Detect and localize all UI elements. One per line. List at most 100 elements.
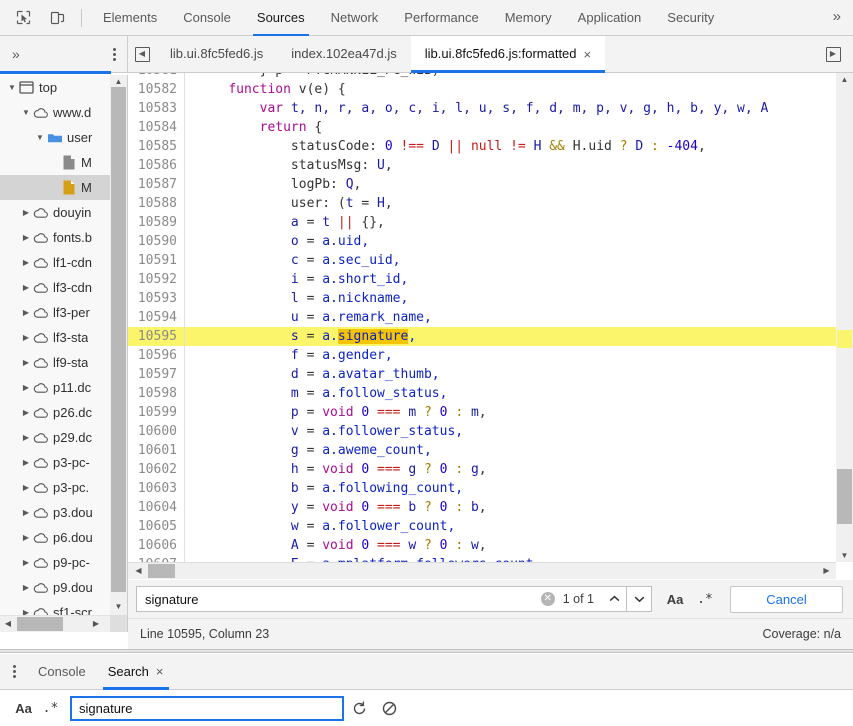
tree-item-m[interactable]: M bbox=[0, 175, 127, 200]
find-cancel-button[interactable]: Cancel bbox=[730, 585, 843, 613]
twisty-collapsed-icon[interactable]: ▶ bbox=[20, 358, 32, 367]
twisty-expanded-icon[interactable]: ▼ bbox=[6, 83, 18, 92]
search-regex-button[interactable]: .* bbox=[37, 696, 64, 720]
editor-scroll-down-icon[interactable]: ▼ bbox=[836, 549, 853, 562]
navigator-kebab-menu-icon[interactable] bbox=[102, 47, 127, 61]
code-line[interactable]: 10600 v = a.follower_status, bbox=[128, 422, 836, 441]
tree-item-lf3-sta[interactable]: ▶ lf3-sta bbox=[0, 325, 127, 350]
code-line[interactable]: 10590 o = a.uid, bbox=[128, 232, 836, 251]
editor-scroll-up-icon[interactable]: ▲ bbox=[836, 73, 853, 86]
tab-performance[interactable]: Performance bbox=[391, 0, 491, 36]
code-line[interactable]: 10592 i = a.short_id, bbox=[128, 270, 836, 289]
code-line[interactable]: 10586 statusMsg: U, bbox=[128, 156, 836, 175]
code-line[interactable]: 10588 user: (t = H, bbox=[128, 194, 836, 213]
drawer-tab-console[interactable]: Console bbox=[27, 654, 97, 690]
tree-scroll-up-icon[interactable]: ▲ bbox=[110, 75, 127, 87]
tree-scroll-right-icon[interactable]: ▶ bbox=[88, 615, 104, 632]
close-drawer-tab-icon[interactable]: × bbox=[156, 654, 164, 689]
code-line[interactable]: 10604 y = void 0 === b ? 0 : b, bbox=[128, 498, 836, 517]
tree-item-fonts-b[interactable]: ▶ fonts.b bbox=[0, 225, 127, 250]
code-line[interactable]: 10598 m = a.follow_status, bbox=[128, 384, 836, 403]
code-line[interactable]: 10593 l = a.nickname, bbox=[128, 289, 836, 308]
twisty-expanded-icon[interactable]: ▼ bbox=[20, 108, 32, 117]
editor-vertical-scroll-thumb[interactable] bbox=[837, 469, 852, 524]
tab-memory[interactable]: Memory bbox=[492, 0, 565, 36]
tree-scroll-left-icon[interactable]: ◀ bbox=[0, 615, 16, 632]
tree-item-top[interactable]: ▼ top bbox=[0, 75, 127, 100]
tree-item-lf3-per[interactable]: ▶ lf3-per bbox=[0, 300, 127, 325]
twisty-collapsed-icon[interactable]: ▶ bbox=[20, 558, 32, 567]
tree-horizontal-scroll-thumb[interactable] bbox=[17, 617, 63, 631]
tab-security[interactable]: Security bbox=[654, 0, 727, 36]
twisty-collapsed-icon[interactable]: ▶ bbox=[20, 483, 32, 492]
tree-item-p29-dc[interactable]: ▶ p29.dc bbox=[0, 425, 127, 450]
editor-horizontal-scrollbar[interactable] bbox=[128, 562, 836, 579]
tab-application[interactable]: Application bbox=[565, 0, 655, 36]
inspect-element-icon[interactable] bbox=[9, 5, 37, 31]
editor-scroll-right-icon[interactable]: ▶ bbox=[818, 562, 835, 579]
twisty-collapsed-icon[interactable]: ▶ bbox=[20, 208, 32, 217]
editor-tab-index[interactable]: index.102ea47d.js bbox=[277, 36, 411, 73]
drawer-kebab-menu-icon[interactable] bbox=[0, 665, 27, 678]
editor-scroll-left-icon[interactable]: ◀ bbox=[130, 562, 147, 579]
code-line[interactable]: 10587 logPb: Q, bbox=[128, 175, 836, 194]
tree-item-p3-pc-[interactable]: ▶ p3-pc- bbox=[0, 450, 127, 475]
code-line[interactable]: 10583 var t, n, r, a, o, c, i, l, u, s, … bbox=[128, 99, 836, 118]
clear-all-icon[interactable] bbox=[374, 695, 404, 721]
editor-horizontal-scroll-thumb[interactable] bbox=[148, 564, 175, 578]
code-line[interactable]: 10591 c = a.sec_uid, bbox=[128, 251, 836, 270]
tree-item-lf1-cdn[interactable]: ▶ lf1-cdn bbox=[0, 250, 127, 275]
drawer-resize-handle[interactable] bbox=[0, 649, 853, 653]
search-input[interactable] bbox=[77, 699, 337, 717]
twisty-expanded-icon[interactable]: ▼ bbox=[34, 133, 46, 142]
tree-scroll-down-icon[interactable]: ▼ bbox=[110, 600, 127, 612]
twisty-collapsed-icon[interactable]: ▶ bbox=[20, 583, 32, 592]
twisty-collapsed-icon[interactable]: ▶ bbox=[20, 508, 32, 517]
drawer-tab-search[interactable]: Search × bbox=[97, 654, 175, 690]
file-navigator-tree[interactable]: ▼ top ▼ www.d ▼ user M M ▶ douyin ▶ fonts.b ▶ lf1-cdn… bbox=[0, 75, 128, 615]
code-line-highlighted[interactable]: 10595 s = a.signature, bbox=[128, 327, 836, 346]
code-line[interactable]: 10585 statusCode: 0 !== D || null != H &… bbox=[128, 137, 836, 156]
tree-item-user[interactable]: ▼ user bbox=[0, 125, 127, 150]
code-line[interactable]: 10599 p = void 0 === m ? 0 : m, bbox=[128, 403, 836, 422]
twisty-collapsed-icon[interactable]: ▶ bbox=[20, 383, 32, 392]
previous-tab-icon[interactable]: ◀ bbox=[128, 36, 156, 72]
code-line[interactable]: 10584 return { bbox=[128, 118, 836, 137]
find-match-case-button[interactable]: Aa bbox=[660, 586, 690, 612]
editor-tab-lib-ui-formatted[interactable]: lib.ui.8fc5fed6.js:formatted × bbox=[410, 35, 606, 73]
code-line[interactable]: 10596 f = a.gender, bbox=[128, 346, 836, 365]
tree-item-sf1-scr[interactable]: ▶ sf1-scr bbox=[0, 600, 127, 615]
close-tab-icon[interactable]: × bbox=[584, 48, 592, 61]
tree-item-p26-dc[interactable]: ▶ p26.dc bbox=[0, 400, 127, 425]
find-input[interactable] bbox=[143, 587, 541, 611]
twisty-collapsed-icon[interactable]: ▶ bbox=[20, 433, 32, 442]
twisty-collapsed-icon[interactable]: ▶ bbox=[20, 308, 32, 317]
tree-item-p3-pc-[interactable]: ▶ p3-pc. bbox=[0, 475, 127, 500]
twisty-collapsed-icon[interactable]: ▶ bbox=[20, 533, 32, 542]
twisty-collapsed-icon[interactable]: ▶ bbox=[20, 458, 32, 467]
tree-item-p9-pc-[interactable]: ▶ p9-pc- bbox=[0, 550, 127, 575]
tree-vertical-scroll-thumb[interactable] bbox=[111, 87, 126, 592]
find-regex-button[interactable]: .* bbox=[690, 586, 720, 612]
more-panels-chevron-icon[interactable]: » bbox=[821, 0, 853, 36]
tree-item-lf3-cdn[interactable]: ▶ lf3-cdn bbox=[0, 275, 127, 300]
device-toolbar-icon[interactable] bbox=[43, 5, 71, 31]
search-match-case-button[interactable]: Aa bbox=[10, 696, 37, 720]
tree-item-lf9-sta[interactable]: ▶ lf9-sta bbox=[0, 350, 127, 375]
tab-elements[interactable]: Elements bbox=[90, 0, 170, 36]
twisty-collapsed-icon[interactable]: ▶ bbox=[20, 283, 32, 292]
code-line[interactable]: 10601 g = a.aweme_count, bbox=[128, 441, 836, 460]
twisty-collapsed-icon[interactable]: ▶ bbox=[20, 258, 32, 267]
tab-network[interactable]: Network bbox=[318, 0, 392, 36]
code-line[interactable]: 10603 b = a.following_count, bbox=[128, 479, 836, 498]
code-line[interactable]: 10606 A = void 0 === w ? 0 : w, bbox=[128, 536, 836, 555]
code-line[interactable]: 10605 w = a.follower_count, bbox=[128, 517, 836, 536]
twisty-collapsed-icon[interactable]: ▶ bbox=[20, 233, 32, 242]
code-line[interactable]: 10607 E = a.mplatform_followers_count, bbox=[128, 555, 836, 562]
find-previous-chevron-up-icon[interactable] bbox=[602, 586, 627, 612]
tree-item-p11-dc[interactable]: ▶ p11.dc bbox=[0, 375, 127, 400]
code-line[interactable]: 10589 a = t || {}, bbox=[128, 213, 836, 232]
tree-item-p6-dou[interactable]: ▶ p6.dou bbox=[0, 525, 127, 550]
find-next-chevron-down-icon[interactable] bbox=[627, 586, 652, 612]
tree-item-douyin[interactable]: ▶ douyin bbox=[0, 200, 127, 225]
